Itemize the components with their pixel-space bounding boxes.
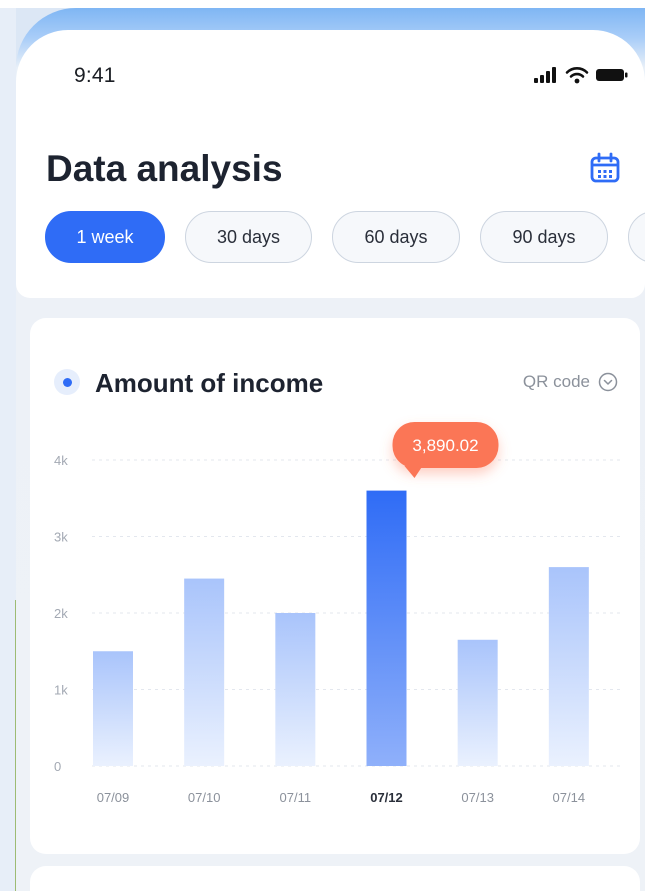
y-tick-label: 1k [54, 683, 68, 698]
battery-icon [596, 69, 628, 81]
tooltip-pointer [404, 466, 423, 478]
x-tick-label: 07/09 [97, 790, 130, 805]
income-card: Amount of income QR code 0 1k 2k 3k 4k 0… [30, 318, 640, 854]
x-tick-label: 07/12 [370, 790, 403, 805]
y-tick-label: 2k [54, 606, 68, 621]
tooltip-value: 3,890.02 [412, 436, 478, 455]
x-tick-label: 07/13 [461, 790, 494, 805]
range-chip-label: 60 days [364, 226, 428, 247]
range-chip-90-days[interactable]: 90 days [480, 211, 608, 263]
range-chip-label: 1 week [76, 226, 134, 247]
range-chip-1-week[interactable]: 1 week [45, 211, 165, 263]
bar-07-09[interactable] [93, 651, 133, 766]
page-title: Data analysis [46, 148, 283, 189]
x-tick-label: 07/14 [553, 790, 586, 805]
bar-07-13[interactable] [457, 639, 498, 766]
range-chip-label: 90 days [512, 226, 576, 247]
y-tick-label: 4k [54, 453, 68, 468]
x-tick-label: 07/10 [188, 790, 221, 805]
range-chip-60-days[interactable]: 60 days [332, 211, 460, 263]
bar-07-14[interactable] [548, 567, 589, 766]
bar-07-12[interactable] [366, 490, 407, 766]
x-tick-label: 07/11 [280, 790, 312, 805]
bar-07-10[interactable] [184, 578, 225, 766]
y-tick-label: 0 [54, 759, 61, 774]
y-tick-label: 3k [54, 530, 68, 545]
backdrop-left-edge [0, 8, 16, 891]
status-icons [533, 66, 629, 84]
window-top-edge [0, 0, 645, 8]
range-chip-label: 30 days [216, 226, 281, 247]
range-chip-30-days[interactable]: 30 days [185, 211, 312, 263]
value-tooltip: 3,890.02 [392, 422, 499, 478]
status-time: 9:41 [74, 64, 116, 87]
income-bar-chart: 01k2k3k4k07/0907/1007/1107/1207/1307/140… [54, 422, 624, 805]
wifi-icon [565, 67, 589, 84]
phone-screen: 9:41 Data analysis 1 week 30 days 60 day… [16, 8, 645, 891]
next-card [30, 866, 640, 891]
bar-07-11[interactable] [275, 613, 316, 766]
calendar-icon[interactable] [588, 151, 622, 185]
cellular-signal-icon [534, 67, 556, 83]
